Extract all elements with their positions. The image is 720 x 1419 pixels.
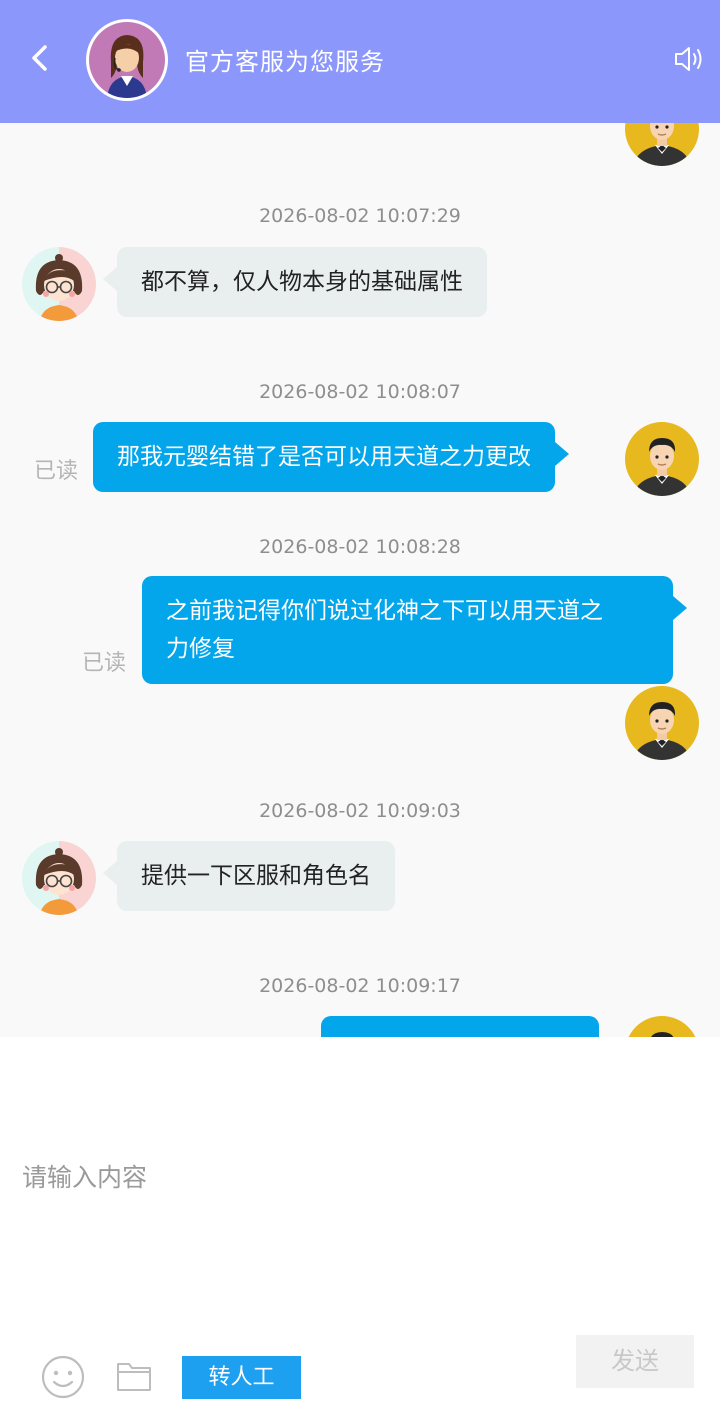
message-bubble[interactable]: 那我元婴结错了是否可以用天道之力更改 [93,422,569,492]
message-bubble[interactable]: 都不算，仅人物本身的基础属性 [103,247,487,317]
agent-avatar [22,841,96,915]
read-status: 已读 [82,651,127,676]
send-button[interactable]: 发送 [576,1335,694,1388]
message-text-line: 力修复 [166,636,235,662]
message-bubble[interactable] [321,1016,599,1037]
message-timestamp: 2026-08-02 10:09:17 [259,975,461,997]
chat-header: 官方客服为您服务 [0,0,720,123]
message-timestamp: 2026-08-02 10:08:28 [259,536,461,558]
user-avatar [625,686,699,760]
page-title: 官方客服为您服务 [185,48,385,76]
message-text: 都不算，仅人物本身的基础属性 [141,269,463,295]
user-avatar [625,1016,699,1037]
agent-avatar [22,247,96,321]
message-bubble[interactable]: 提供一下区服和角色名 [103,841,395,911]
message-timestamp: 2026-08-02 10:09:03 [259,800,461,822]
transfer-to-agent-button[interactable]: 转人工 [182,1356,301,1399]
user-avatar [625,422,699,496]
speaker-icon[interactable] [672,42,706,76]
message-list[interactable]: 2026-08-02 10:07:29 都不算，仅人物本身的基础属性 2026-… [0,123,720,1037]
message-timestamp: 2026-08-02 10:08:07 [259,381,461,403]
message-text-line: 之前我记得你们说过化神之下可以用天道之 [166,598,603,624]
smiley-icon[interactable] [40,1354,86,1400]
chevron-left-icon[interactable] [22,40,58,76]
agent-avatar [86,19,168,101]
compose-area: 转人工 发送 [0,1037,720,1419]
message-text: 提供一下区服和角色名 [141,863,371,889]
message-timestamp: 2026-08-02 10:07:29 [259,205,461,227]
folder-icon[interactable] [115,1358,153,1394]
user-avatar [625,123,699,166]
read-status: 已读 [34,459,79,484]
message-text: 那我元婴结错了是否可以用天道之力更改 [117,444,531,470]
message-input[interactable] [0,1147,720,1207]
message-bubble[interactable]: 之前我记得你们说过化神之下可以用天道之 力修复 [142,576,687,684]
